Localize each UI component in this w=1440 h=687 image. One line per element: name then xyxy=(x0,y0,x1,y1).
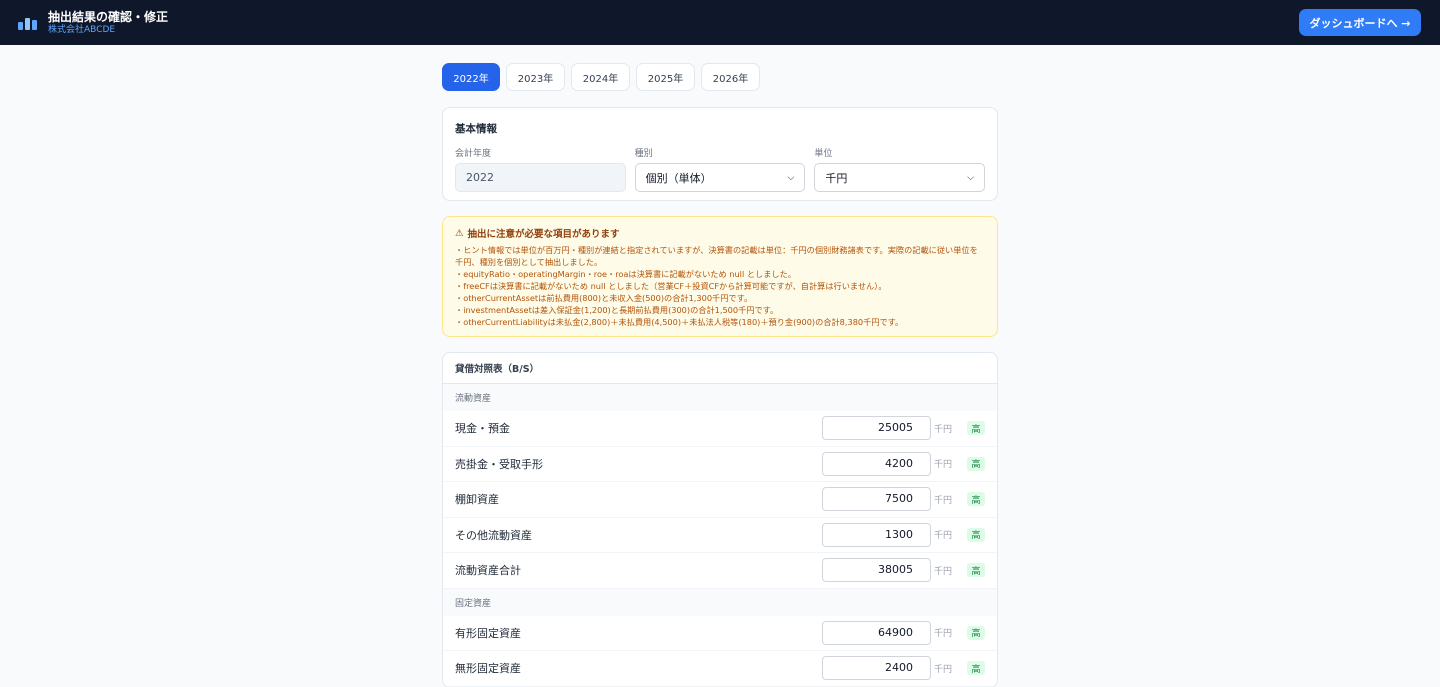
fiscal-year-field: 2022 xyxy=(455,163,626,192)
main-content: 2022年 2023年 2024年 2025年 2026年 基本情報 会計年度 … xyxy=(442,45,998,687)
unit-text: 千円 xyxy=(934,629,953,640)
notice-line: ・freeCFは決算書に記載がないため null としました（営業CF＋投資CF… xyxy=(455,281,887,291)
chevron-down-icon: ⌵ xyxy=(787,172,795,183)
confidence-badge: 高 xyxy=(967,527,985,542)
warning-notice: ⚠ 抽出に注意が必要な項目があります ・ヒント情報では単位が百万円・種別が連結と指… xyxy=(442,216,998,337)
fiscal-year-label: 会計年度 xyxy=(455,149,492,159)
confidence-badge: 高 xyxy=(967,625,985,640)
group-fixed-assets: 固定資産 xyxy=(443,588,997,616)
balance-sheet-card: 貸借対照表（B/S） 流動資産 現金・預金 25005 千円 高 売掛金・受取手… xyxy=(442,352,998,687)
notice-line: ・equityRatio・operatingMargin・roe・roaは決算書… xyxy=(455,269,796,279)
type-label: 種別 xyxy=(634,149,653,159)
value-input[interactable]: 4200 xyxy=(822,451,931,476)
brand: 抽出結果の確認・修正 株式会社ABCDE xyxy=(18,10,168,36)
value-input[interactable]: 64900 xyxy=(822,620,931,645)
tab-2022[interactable]: 2022年 xyxy=(442,63,500,91)
value-input[interactable]: 38005 xyxy=(822,558,931,583)
value-input[interactable]: 2400 xyxy=(822,656,931,681)
unit-text: 千円 xyxy=(934,424,953,435)
tab-2024[interactable]: 2024年 xyxy=(571,63,630,91)
dashboard-button[interactable]: ダッシュボードへ → xyxy=(1299,9,1421,36)
row-label: 無形固定資産 xyxy=(455,662,521,676)
warning-icon: ⚠ xyxy=(455,227,464,239)
company-name: 株式会社ABCDE xyxy=(48,24,116,35)
chevron-down-icon: ⌵ xyxy=(967,172,975,183)
unit-text: 千円 xyxy=(934,566,953,577)
notice-line: ・otherCurrentLiabilityは未払金(2,800)＋未払費用(4… xyxy=(455,317,904,327)
table-row: 有形固定資産 64900 千円 高 xyxy=(443,616,997,651)
table-row: 現金・預金 25005 千円 高 xyxy=(443,411,997,447)
value-input[interactable]: 25005 xyxy=(822,416,931,441)
row-label: 現金・預金 xyxy=(455,422,510,436)
tab-2026[interactable]: 2026年 xyxy=(701,63,760,91)
confidence-badge: 高 xyxy=(967,563,985,578)
top-bar: 抽出結果の確認・修正 株式会社ABCDE ダッシュボードへ → xyxy=(0,0,1440,45)
balance-sheet-title: 貸借対照表（B/S） xyxy=(443,353,997,384)
value-input[interactable]: 1300 xyxy=(822,522,931,547)
unit-label: 単位 xyxy=(814,149,833,159)
basic-info-title: 基本情報 xyxy=(455,123,497,135)
row-label: 流動資産合計 xyxy=(455,564,521,578)
fiscal-year-value: 2022 xyxy=(466,171,494,184)
value-input[interactable]: 7500 xyxy=(822,487,931,512)
notice-line: ・investmentAssetは差入保証金(1,200)と長期前払費用(300… xyxy=(455,305,779,315)
year-tabs: 2022年 2023年 2024年 2025年 2026年 xyxy=(442,63,998,91)
type-value: 個別（単体） xyxy=(645,171,712,185)
tab-2025[interactable]: 2025年 xyxy=(636,63,695,91)
unit-text: 千円 xyxy=(934,460,953,471)
row-label: 売掛金・受取手形 xyxy=(455,457,543,471)
notice-line: ・otherCurrentAssetは前払費用(800)と未収入金(500)の合… xyxy=(455,293,753,303)
notice-line: ・ヒント情報では単位が百万円・種別が連結と指定されていますが、決算書の記載は単位… xyxy=(455,245,978,267)
row-label: 有形固定資産 xyxy=(455,626,521,640)
page-title: 抽出結果の確認・修正 xyxy=(48,9,169,24)
unit-select[interactable]: 千円 ⌵ xyxy=(814,163,986,192)
tab-2023[interactable]: 2023年 xyxy=(506,63,565,91)
unit-text: 千円 xyxy=(934,664,953,675)
confidence-badge: 高 xyxy=(967,661,985,676)
table-row: 売掛金・受取手形 4200 千円 高 xyxy=(443,447,997,482)
logo-icon xyxy=(18,16,38,30)
unit-text: 千円 xyxy=(934,531,953,542)
confidence-badge: 高 xyxy=(967,492,985,507)
table-row: その他流動資産 1300 千円 高 xyxy=(443,518,997,553)
basic-info-card: 基本情報 会計年度 2022 種別 個別（単体） ⌵ 単位 千円 ⌵ xyxy=(442,107,998,201)
confidence-badge: 高 xyxy=(967,456,985,471)
group-current-assets: 流動資産 xyxy=(443,384,997,411)
notice-title: 抽出に注意が必要な項目があります xyxy=(467,229,620,240)
table-row: 無形固定資産 2400 千円 高 xyxy=(443,651,997,687)
unit-value: 千円 xyxy=(825,171,848,185)
unit-text: 千円 xyxy=(934,495,953,506)
row-label: 棚卸資産 xyxy=(455,493,499,507)
confidence-badge: 高 xyxy=(967,421,985,436)
table-row: 流動資産合計 38005 千円 高 xyxy=(443,553,997,589)
table-row: 棚卸資産 7500 千円 高 xyxy=(443,482,997,518)
type-select[interactable]: 個別（単体） ⌵ xyxy=(634,163,806,192)
row-label: その他流動資産 xyxy=(455,528,532,542)
